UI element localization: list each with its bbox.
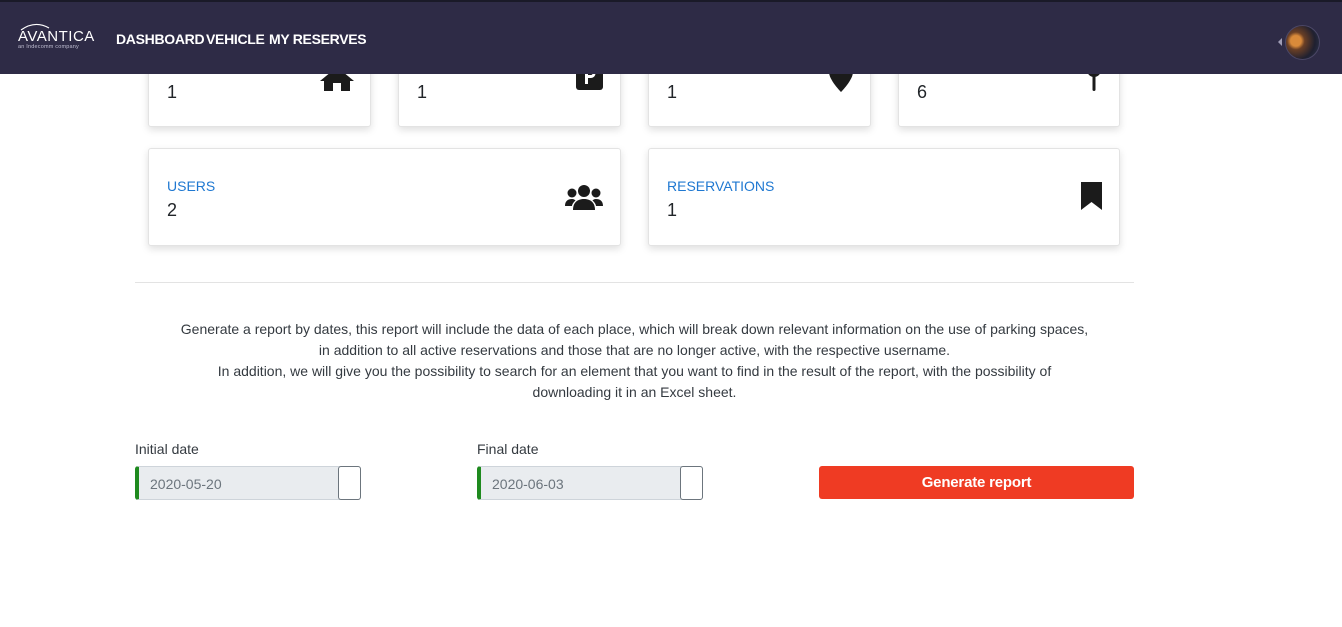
stat-label: RESERVATIONS	[667, 178, 775, 194]
stat-value: 2	[167, 200, 178, 220]
stat-value: 1	[667, 200, 678, 220]
initial-date-picker-button[interactable]	[338, 466, 361, 500]
stat-label: USERS	[167, 178, 216, 194]
avantica-logo[interactable]: AVANTICA an Indecomm company	[18, 23, 95, 51]
description-line: In addition, we will give you the possib…	[217, 363, 1052, 379]
caret-left-icon	[1278, 38, 1282, 46]
initial-date-value: 2020-05-20	[150, 476, 222, 492]
logo-swoosh-icon	[20, 23, 50, 31]
report-description: Generate a report by dates, this report …	[135, 319, 1134, 403]
stat-value: 1	[417, 82, 428, 102]
avatar[interactable]	[1285, 25, 1320, 60]
final-date-value: 2020-06-03	[492, 476, 564, 492]
initial-date-input[interactable]: 2020-05-20	[135, 466, 361, 500]
stat-card-users: USERS 2	[148, 148, 621, 246]
final-date-picker-button[interactable]	[680, 466, 703, 500]
description-line: Generate a report by dates, this report …	[180, 321, 1089, 337]
section-divider	[135, 282, 1134, 283]
stat-card-reservations: RESERVATIONS 1	[648, 148, 1120, 246]
description-line: downloading it in an Excel sheet.	[532, 384, 737, 400]
logo-brand: AVANTICA	[18, 28, 95, 45]
stat-value: 6	[917, 82, 928, 102]
nav-link-my-reserves[interactable]: MY RESERVES	[269, 31, 367, 47]
final-date-input[interactable]: 2020-06-03	[477, 466, 703, 500]
generate-report-button[interactable]: Generate report	[819, 466, 1134, 499]
stat-value: 1	[667, 82, 678, 102]
nav-link-vehicle[interactable]: VEHICLE	[206, 31, 265, 47]
stat-value: 1	[167, 82, 178, 102]
final-date-label: Final date	[477, 441, 539, 457]
initial-date-label: Initial date	[135, 441, 199, 457]
users-icon	[565, 184, 603, 215]
bookmark-icon	[1080, 181, 1103, 216]
navbar: AVANTICA an Indecomm company DASHBOARD V…	[0, 0, 1342, 74]
nav-link-dashboard[interactable]: DASHBOARD	[116, 31, 205, 47]
description-line: in addition to all active reservations a…	[318, 342, 951, 358]
logo-tagline: an Indecomm company	[18, 44, 79, 50]
